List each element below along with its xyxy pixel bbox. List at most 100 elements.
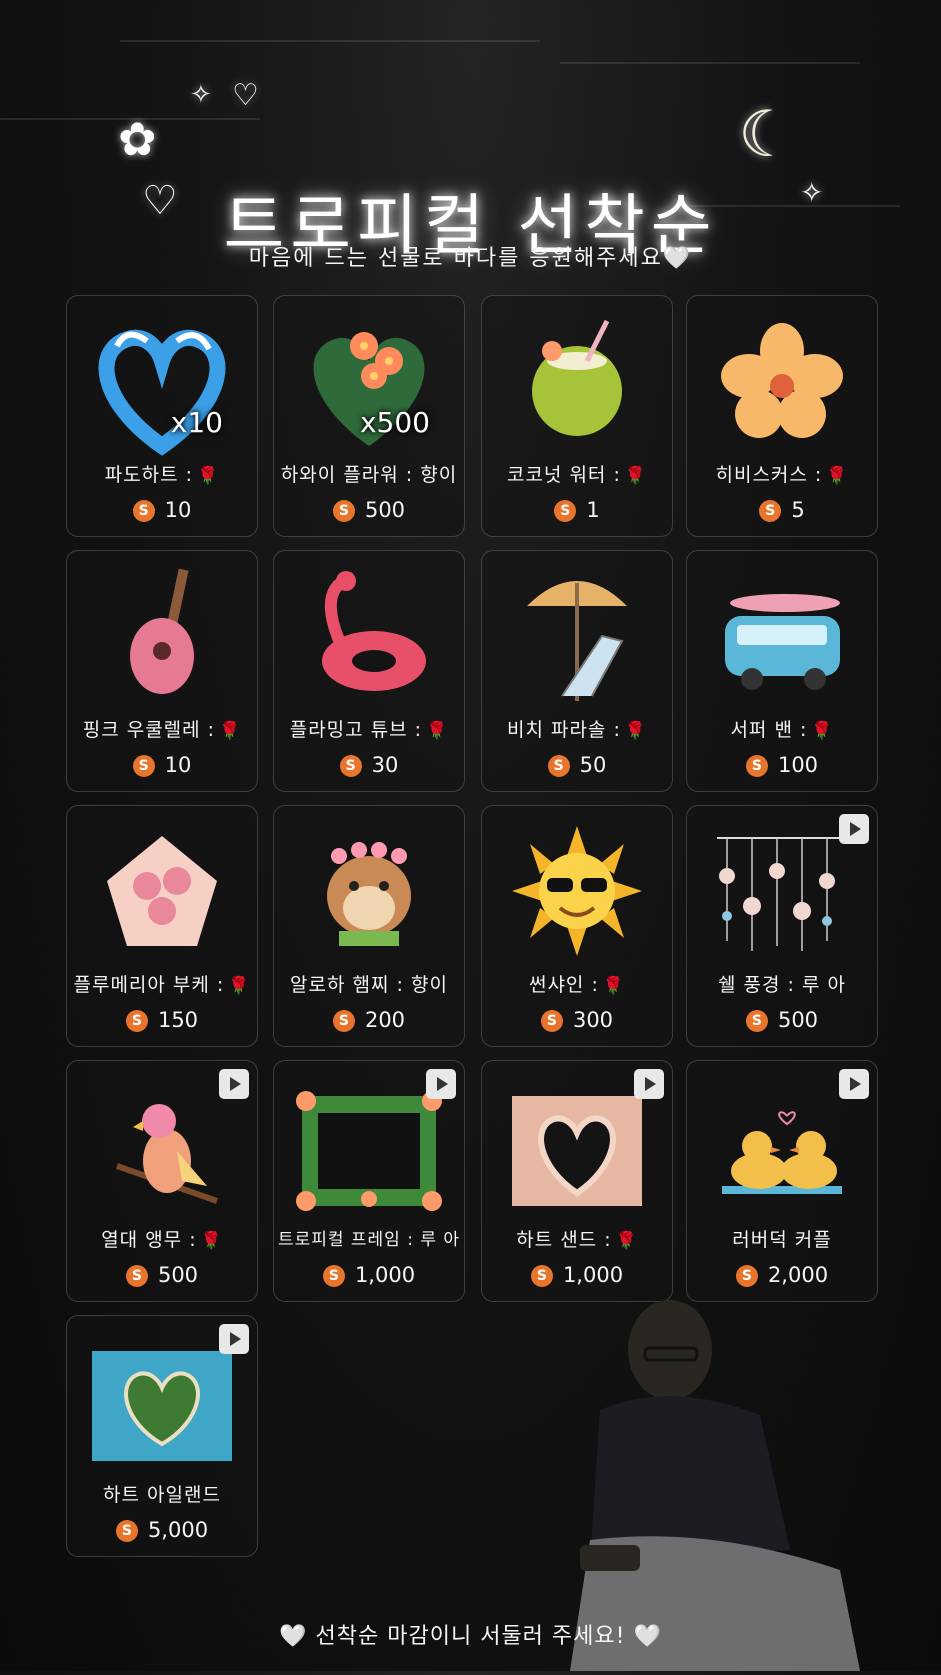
rose-icon: 🌹	[426, 721, 449, 741]
white-heart-icon: 🤍	[633, 1624, 662, 1649]
gift-price: 500	[157, 1263, 199, 1287]
gift-price-row: S 100	[687, 753, 877, 777]
gift-name-row: 하트 샌드 : 🌹	[482, 1225, 672, 1252]
hibiscus-icon	[697, 306, 867, 456]
coin-icon: S	[547, 755, 570, 777]
gift-card-tropical-parrot[interactable]: 열대 앵무 : 🌹 S 500	[66, 1060, 258, 1302]
sparkle-icon: ✧	[190, 80, 212, 110]
gift-card-shell-chime[interactable]: 쉘 풍경 : 루 아 S 500	[686, 805, 878, 1047]
rose-icon: 🌹	[811, 721, 834, 741]
gift-price: 300	[572, 1008, 614, 1032]
gift-name: 하와이 플라워 : 향이	[280, 464, 458, 486]
video-preview-button[interactable]	[839, 814, 869, 844]
gift-card-plumeria-bouquet[interactable]: 플루메리아 부케 : 🌹 S 150	[66, 805, 258, 1047]
gift-price-row: S 10	[67, 498, 257, 522]
gift-name-row: 플루메리아 부케 : 🌹	[67, 970, 257, 997]
gift-card-rubber-duck-couple[interactable]: 러버덕 커플 S 2,000	[686, 1060, 878, 1302]
gift-card-beach-parasol[interactable]: 비치 파라솔 : 🌹 S 50	[481, 550, 673, 792]
gift-name: 썬샤인 :	[528, 974, 599, 996]
gift-name-row: 알로하 햄찌 : 향이	[274, 970, 464, 997]
gift-card-pink-ukulele[interactable]: 핑크 우쿨렐레 : 🌹 S 10	[66, 550, 258, 792]
gift-card-aloha-hamster[interactable]: 알로하 햄찌 : 향이 S 200	[273, 805, 465, 1047]
gift-price: 10	[164, 498, 192, 522]
gift-name: 히비스커스 :	[715, 464, 823, 486]
gift-card-hawaii-flower[interactable]: x500 하와이 플라워 : 향이 S 500	[273, 295, 465, 537]
gift-name: 비치 파라솔 :	[506, 719, 621, 741]
gift-name: 쉘 풍경 : 루 아	[718, 974, 846, 996]
gift-price: 30	[371, 753, 399, 777]
gift-price: 5	[791, 498, 805, 522]
video-preview-button[interactable]	[839, 1069, 869, 1099]
coconut-icon	[492, 306, 662, 456]
video-preview-button[interactable]	[219, 1069, 249, 1099]
gift-card-heart-island[interactable]: 하트 아일랜드 S 5,000	[66, 1315, 258, 1557]
gift-card-heart-sand[interactable]: 하트 샌드 : 🌹 S 1,000	[481, 1060, 673, 1302]
rose-icon: 🌹	[602, 976, 626, 996]
rose-icon: 🌹	[228, 976, 251, 996]
person-photo	[560, 1290, 890, 1671]
gift-price-row: S1	[482, 498, 672, 522]
gift-name-row: 러버덕 커플	[687, 1225, 877, 1252]
video-preview-button[interactable]	[426, 1069, 456, 1099]
surfer-van-icon	[697, 561, 867, 711]
gift-price: 200	[364, 1008, 406, 1032]
rose-icon: 🌹	[624, 721, 648, 741]
subtitle-text: 마음에 드는 선물로 바다를 응원해주세요	[248, 246, 663, 271]
coin-icon: S	[132, 755, 155, 777]
gift-name: 트로피컬 프레임 : 루 아	[277, 1230, 461, 1250]
gift-price-row: S 10	[67, 753, 257, 777]
footer-note: 🤍 선착순 마감이니 서둘러 주세요! 🤍	[0, 1618, 941, 1650]
multiplier-label: x500	[359, 406, 430, 439]
gift-card-wave-heart[interactable]: x10 파도하트 : 🌹 S 10	[66, 295, 258, 537]
gift-name: 서퍼 밴 :	[730, 719, 808, 741]
coin-icon: S	[115, 1520, 138, 1542]
gift-price-row: S 500	[687, 1008, 877, 1032]
gift-name-row: 파도하트 : 🌹	[67, 460, 257, 487]
coin-icon: S	[735, 1265, 758, 1287]
gift-price-row: S 300	[482, 1008, 672, 1032]
gift-card-hibiscus[interactable]: 히비스커스 : 🌹 S5	[686, 295, 878, 537]
coin-icon: S	[339, 755, 362, 777]
coin-icon: S	[759, 500, 782, 522]
gift-price: 1,000	[562, 1263, 624, 1287]
parasol-icon	[492, 561, 662, 711]
gift-name: 러버덕 커플	[732, 1229, 832, 1251]
coin-icon: S	[125, 1010, 148, 1032]
gift-card-flamingo-tube[interactable]: 플라밍고 튜브 : 🌹 S 30	[273, 550, 465, 792]
video-preview-button[interactable]	[219, 1324, 249, 1354]
gift-price-row: S 30	[274, 753, 464, 777]
gift-name: 코코넛 워터 :	[506, 464, 621, 486]
bouquet-icon	[77, 816, 247, 966]
rose-icon: 🌹	[219, 721, 242, 741]
coin-icon: S	[530, 1265, 553, 1287]
video-preview-button[interactable]	[634, 1069, 664, 1099]
gift-price: 1,000	[354, 1263, 416, 1287]
coin-icon: S	[322, 1265, 345, 1287]
gift-price: 500	[364, 498, 406, 522]
gift-name-row: 트로피컬 프레임 : 루 아	[274, 1225, 464, 1250]
gift-card-tropical-frame[interactable]: 트로피컬 프레임 : 루 아 S 1,000	[273, 1060, 465, 1302]
heart-outline-icon: ♡	[232, 78, 259, 113]
gift-name: 열대 앵무 :	[101, 1229, 197, 1251]
coin-icon: S	[554, 500, 577, 522]
flower-outline-icon: ✿	[118, 112, 157, 166]
gift-price-row: S 200	[274, 1008, 464, 1032]
water-ripple	[120, 40, 540, 42]
page-subtitle: 마음에 드는 선물로 바다를 응원해주세요🤍	[0, 240, 941, 272]
hamster-icon	[284, 816, 454, 966]
gift-price-row: S 500	[67, 1263, 257, 1287]
rose-icon: 🌹	[197, 466, 220, 486]
gift-name-row: 비치 파라솔 : 🌹	[482, 715, 672, 742]
gift-price-row: S5	[687, 498, 877, 522]
gift-name: 핑크 우쿨렐레 :	[82, 719, 216, 741]
gift-card-surfer-van[interactable]: 서퍼 밴 : 🌹 S 100	[686, 550, 878, 792]
water-ripple	[560, 62, 860, 64]
rose-icon: 🌹	[200, 1231, 223, 1251]
gift-name-row: 하트 아일랜드	[67, 1480, 257, 1507]
gift-card-sunshine[interactable]: 썬샤인 : 🌹 S 300	[481, 805, 673, 1047]
gift-name-row: 코코넛 워터 : 🌹	[482, 460, 672, 487]
sun-icon	[492, 816, 662, 966]
gift-card-coconut-water[interactable]: 코코넛 워터 : 🌹 S1	[481, 295, 673, 537]
gift-price: 100	[777, 753, 819, 777]
coin-icon: S	[125, 1265, 148, 1287]
